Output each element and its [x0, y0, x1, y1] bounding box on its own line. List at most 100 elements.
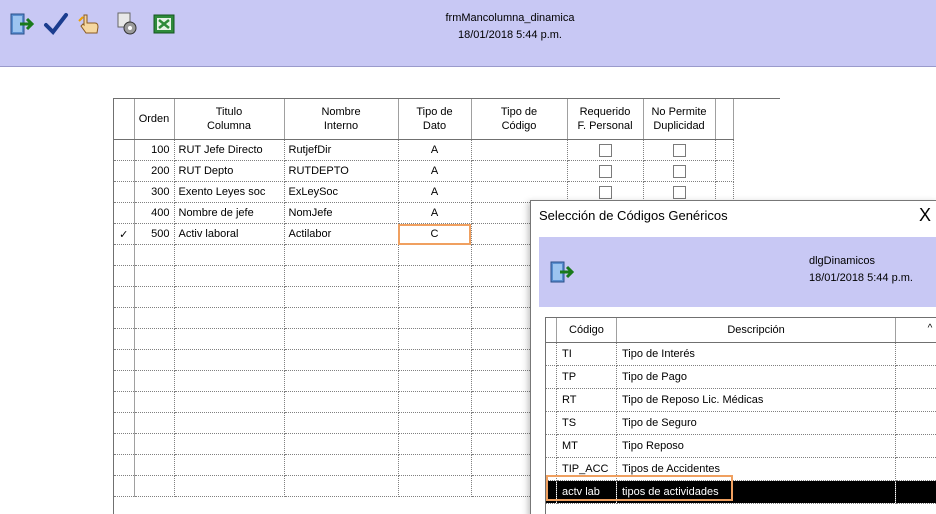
cell-nombre-interno[interactable]: NomJefe — [284, 202, 399, 224]
empty-cell[interactable] — [284, 286, 399, 308]
empty-cell[interactable] — [398, 307, 472, 329]
description-cell[interactable]: Tipo de Seguro — [616, 411, 897, 435]
row-selector[interactable] — [114, 139, 135, 161]
code-cell[interactable]: TS — [556, 411, 617, 435]
grid-header-col-3[interactable]: Nombre Interno — [284, 99, 399, 140]
row-selector[interactable] — [114, 160, 135, 182]
code-cell[interactable]: TI — [556, 342, 617, 366]
cell-orden[interactable]: 200 — [134, 160, 175, 182]
code-row[interactable]: MT Tipo Reposo — [546, 434, 936, 458]
cell-titulo[interactable]: RUT Jefe Directo — [174, 139, 285, 161]
grid-header-col-2[interactable]: Titulo Columna — [174, 99, 285, 140]
grid-header-col-0[interactable] — [114, 99, 135, 140]
cell-tipo-codigo[interactable] — [471, 139, 568, 161]
empty-cell[interactable] — [174, 328, 285, 350]
empty-cell[interactable] — [284, 454, 399, 476]
empty-cell[interactable] — [398, 391, 472, 413]
requerido-checkbox[interactable] — [598, 164, 612, 178]
exit-icon[interactable] — [8, 10, 36, 38]
empty-cell[interactable] — [134, 370, 175, 392]
no-permite-checkbox[interactable] — [672, 143, 686, 157]
empty-cell[interactable] — [284, 412, 399, 434]
cell-orden[interactable]: 300 — [134, 181, 175, 203]
gears-icon[interactable] — [114, 10, 142, 38]
empty-cell[interactable] — [174, 475, 285, 497]
code-row[interactable]: TS Tipo de Seguro — [546, 411, 936, 435]
empty-cell[interactable] — [284, 370, 399, 392]
empty-cell[interactable] — [174, 370, 285, 392]
empty-cell[interactable] — [174, 244, 285, 266]
code-row[interactable]: RT Tipo de Reposo Lic. Médicas — [546, 388, 936, 412]
grid-header-col-6[interactable]: Requerido F. Personal — [567, 99, 644, 140]
empty-cell[interactable] — [174, 265, 285, 287]
grid-header-col-5[interactable]: Tipo de Código — [471, 99, 568, 140]
description-cell[interactable]: Tipo de Interés — [616, 342, 897, 366]
cell-tipo-dato[interactable]: A — [398, 181, 472, 203]
empty-cell[interactable] — [134, 286, 175, 308]
cell-titulo[interactable]: Activ laboral — [174, 223, 285, 245]
cell-nombre-interno[interactable]: Actilabor — [284, 223, 399, 245]
row-selector[interactable]: ✓ — [114, 223, 135, 245]
description-cell[interactable]: Tipo de Reposo Lic. Médicas — [616, 388, 897, 412]
excel-icon[interactable] — [150, 10, 178, 38]
empty-cell[interactable] — [134, 475, 175, 497]
empty-cell[interactable] — [398, 475, 472, 497]
empty-cell[interactable] — [398, 433, 472, 455]
empty-cell[interactable] — [398, 412, 472, 434]
row-selector[interactable] — [114, 202, 135, 224]
empty-cell[interactable] — [134, 412, 175, 434]
empty-cell[interactable] — [134, 244, 175, 266]
empty-cell[interactable] — [284, 433, 399, 455]
grid-header-col-4[interactable]: Tipo de Dato — [398, 99, 472, 140]
cell-nombre-interno[interactable]: RUTDEPTO — [284, 160, 399, 182]
empty-cell[interactable] — [398, 328, 472, 350]
empty-cell[interactable] — [134, 328, 175, 350]
grid-header-col-8[interactable] — [715, 99, 734, 140]
cell-tipo-dato[interactable]: A — [398, 139, 472, 161]
empty-cell[interactable] — [284, 391, 399, 413]
empty-cell[interactable] — [398, 286, 472, 308]
empty-cell[interactable] — [398, 454, 472, 476]
cell-titulo[interactable]: Nombre de jefe — [174, 202, 285, 224]
cell-orden[interactable]: 100 — [134, 139, 175, 161]
checkmark-icon[interactable] — [42, 10, 70, 38]
cell-tipo-dato[interactable]: A — [398, 202, 472, 224]
empty-cell[interactable] — [174, 412, 285, 434]
empty-cell[interactable] — [284, 307, 399, 329]
hand-pointer-icon[interactable] — [76, 10, 104, 38]
cell-titulo[interactable]: Exento Leyes soc — [174, 181, 285, 203]
cell-tipo-dato[interactable]: A — [398, 160, 472, 182]
empty-cell[interactable] — [174, 391, 285, 413]
code-row[interactable]: TI Tipo de Interés — [546, 342, 936, 366]
empty-cell[interactable] — [134, 307, 175, 329]
exit-icon[interactable] — [549, 259, 577, 287]
codes-header-codigo[interactable]: Código — [556, 318, 617, 343]
empty-cell[interactable] — [134, 433, 175, 455]
empty-cell[interactable] — [398, 370, 472, 392]
empty-cell[interactable] — [134, 349, 175, 371]
empty-cell[interactable] — [174, 454, 285, 476]
empty-cell[interactable] — [284, 475, 399, 497]
grid-header-col-1[interactable]: Orden — [134, 99, 175, 140]
empty-cell[interactable] — [284, 244, 399, 266]
code-cell[interactable]: MT — [556, 434, 617, 458]
table-row[interactable]: 100 RUT Jefe Directo RutjefDir A — [114, 139, 734, 161]
table-row[interactable]: 200 RUT Depto RUTDEPTO A — [114, 160, 734, 182]
empty-cell[interactable] — [284, 328, 399, 350]
dialog-close-button[interactable]: X — [913, 204, 936, 226]
empty-cell[interactable] — [134, 454, 175, 476]
cell-orden[interactable]: 500 — [134, 223, 175, 245]
cell-titulo[interactable]: RUT Depto — [174, 160, 285, 182]
empty-cell[interactable] — [174, 286, 285, 308]
grid-header-col-7[interactable]: No Permite Duplicidad — [643, 99, 716, 140]
empty-cell[interactable] — [398, 265, 472, 287]
description-cell[interactable]: Tipo de Pago — [616, 365, 897, 389]
cell-tipo-dato[interactable]: C — [398, 223, 472, 245]
cell-orden[interactable]: 400 — [134, 202, 175, 224]
description-cell[interactable]: Tipo Reposo — [616, 434, 897, 458]
empty-cell[interactable] — [398, 244, 472, 266]
empty-cell[interactable] — [134, 265, 175, 287]
row-selector[interactable] — [114, 181, 135, 203]
requerido-checkbox[interactable] — [598, 143, 612, 157]
empty-cell[interactable] — [134, 391, 175, 413]
